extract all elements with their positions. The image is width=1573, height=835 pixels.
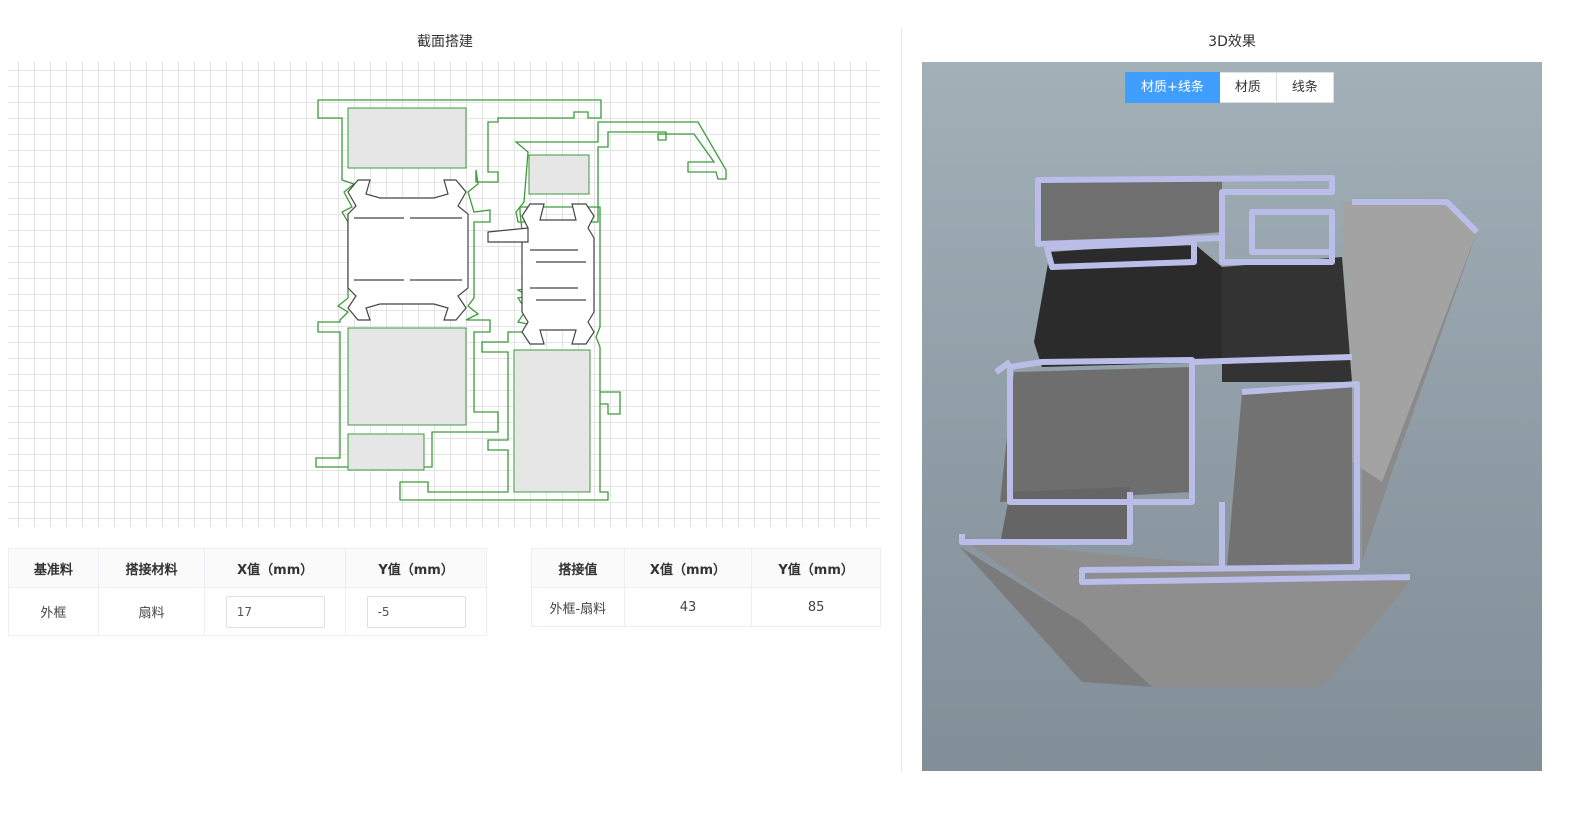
y-value-input[interactable]: [366, 595, 466, 628]
cell-y-input-wrap: [345, 587, 487, 636]
sash-leg-outline: [600, 391, 621, 415]
table-header-row: 搭接值 X值（mm） Y值（mm）: [531, 548, 881, 588]
col-y-value: Y值（mm）: [345, 548, 487, 588]
cavity-top: [347, 107, 467, 169]
section-builder-title: 截面搭建: [417, 34, 473, 50]
thermal-break-left: [347, 179, 469, 321]
overlap-results-table: 搭接值 X值（mm） Y值（mm） 外框-扇料 43 85: [531, 548, 881, 627]
cell-pair: 外框-扇料: [531, 587, 625, 627]
3d-model-render: [959, 175, 1480, 687]
panel-divider: [901, 28, 902, 772]
cell-result-y: 85: [751, 587, 881, 627]
cell-result-x: 43: [623, 587, 753, 627]
cavity-sash-top: [528, 154, 590, 195]
3d-viewport[interactable]: 材质+线条 材质 线条: [922, 62, 1542, 771]
section-grid-canvas[interactable]: [8, 62, 880, 527]
cell-x-input-wrap: [204, 587, 347, 636]
col-overlap-value: 搭接值: [531, 548, 625, 588]
mode-material-lines-button[interactable]: 材质+线条: [1125, 72, 1220, 103]
model-sash-cavity: [1227, 382, 1352, 567]
cell-overlap-material: 扇料: [97, 587, 206, 636]
model-mid-cavity: [1000, 367, 1192, 502]
table-row: 外框 扇料: [8, 587, 487, 636]
cavity-bottom: [347, 433, 425, 471]
cavity-mid: [347, 327, 467, 426]
model-bottom-cavity: [1000, 487, 1130, 544]
model-side-right-face: [1342, 197, 1477, 482]
3d-preview-title: 3D效果: [1208, 34, 1256, 50]
cell-base-material: 外框: [8, 587, 99, 636]
cavity-sash: [513, 349, 591, 493]
thermal-break-right: [521, 203, 595, 345]
table-header-row: 基准料 搭接材料 X值（mm） Y值（mm）: [8, 548, 487, 588]
x-value-input[interactable]: [225, 595, 325, 628]
table-row: 外框-扇料 43 85: [531, 587, 881, 627]
col-result-x: X值（mm）: [623, 548, 753, 588]
section-drawing: [315, 99, 727, 501]
view-mode-toggle: 材质+线条 材质 线条: [1125, 72, 1334, 103]
overlap-params-table: 基准料 搭接材料 X值（mm） Y值（mm） 外框 扇料: [8, 548, 487, 636]
col-overlap-material: 搭接材料: [97, 548, 206, 588]
mode-material-button[interactable]: 材质: [1219, 72, 1277, 103]
3d-preview-panel: 3D效果 材质+线条 材质 线条: [903, 0, 1573, 835]
col-x-value: X值（mm）: [204, 548, 347, 588]
mode-lines-button[interactable]: 线条: [1276, 72, 1334, 103]
col-result-y: Y值（mm）: [751, 548, 881, 588]
col-base-material: 基准料: [8, 548, 99, 588]
connector: [487, 227, 529, 243]
section-builder-panel: 截面搭建 基准料 搭接材料 X值（mm） Y值（mm） 外框 扇料 17 -5 …: [0, 0, 902, 835]
